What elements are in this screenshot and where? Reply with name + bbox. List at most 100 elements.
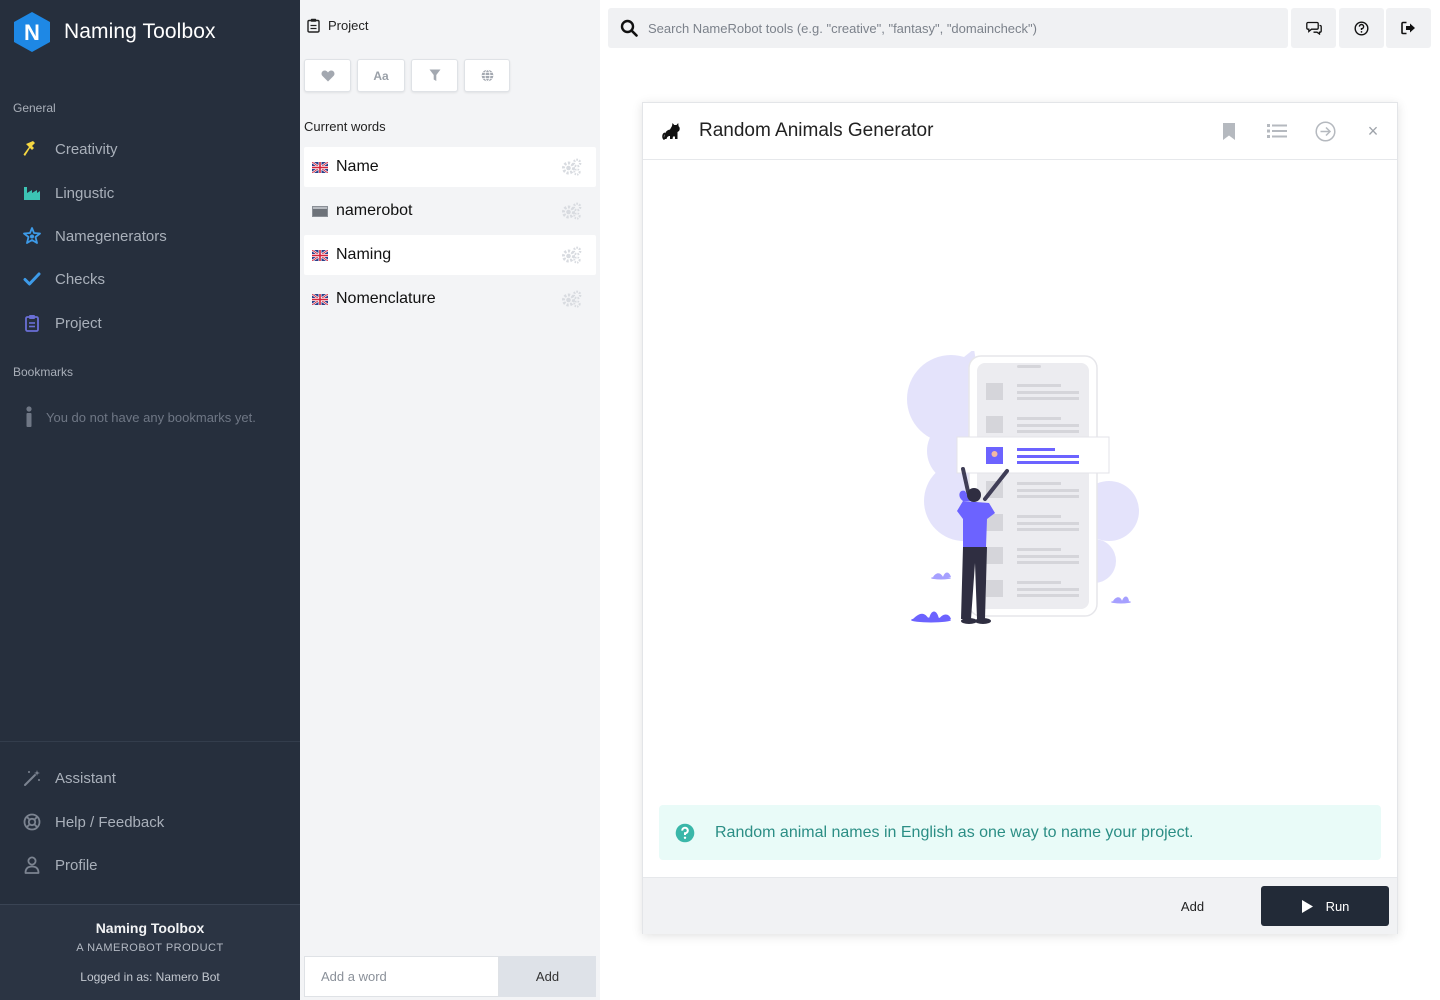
filter-button[interactable] — [411, 59, 458, 92]
cogs-icon[interactable] — [561, 158, 582, 176]
help-circle-icon — [1354, 20, 1369, 36]
add-word-button[interactable]: Add — [499, 956, 596, 997]
bookmark-button[interactable] — [1217, 119, 1241, 143]
nav-item-profile[interactable]: Profile — [22, 850, 98, 880]
nav-item-lingustic[interactable]: Lingustic — [22, 178, 114, 208]
chat-button[interactable] — [1291, 8, 1336, 48]
nav-label: Assistant — [55, 769, 116, 787]
word-text: Nomenclature — [336, 290, 436, 307]
cogs-icon[interactable] — [561, 202, 582, 220]
info-icon — [26, 406, 32, 427]
nav-label: Profile — [55, 856, 98, 874]
open-tool-button[interactable] — [1313, 119, 1337, 143]
clipboard-icon — [307, 18, 320, 33]
language-filter-button[interactable] — [464, 59, 510, 92]
footer-title: Naming Toolbox — [95, 920, 205, 936]
factory-icon — [22, 183, 42, 203]
word-filters: Aa — [304, 59, 510, 92]
tool-search[interactable] — [608, 8, 1288, 48]
uk-flag-icon — [312, 249, 328, 261]
cogs-icon[interactable] — [561, 290, 582, 308]
user-icon — [22, 855, 42, 875]
play-icon — [1301, 899, 1313, 913]
section-title-bookmarks: Bookmarks — [13, 365, 74, 379]
add-to-project-button[interactable]: Add — [1155, 886, 1230, 926]
magic-wand-icon — [22, 768, 42, 788]
bookmarks-empty-note: You do not have any bookmarks yet. — [24, 406, 256, 428]
footer-subtitle: A NAMEROBOT PRODUCT — [76, 942, 224, 954]
list-button[interactable] — [1265, 119, 1289, 143]
run-button[interactable]: Run — [1261, 886, 1389, 926]
tool-info-box: Random animal names in English as one wa… — [659, 805, 1381, 860]
sidebar-divider — [0, 741, 300, 742]
search-input[interactable] — [648, 9, 1288, 47]
app-title: Naming Toolbox — [64, 20, 216, 43]
globe-icon — [481, 69, 493, 82]
word-text: Naming — [336, 246, 392, 263]
question-circle-icon — [675, 823, 695, 842]
nav-label: Project — [55, 314, 102, 332]
nav-label: Creativity — [55, 140, 118, 158]
bookmarks-empty-text: You do not have any bookmarks yet. — [46, 409, 256, 425]
word-row[interactable]: Name — [304, 147, 596, 187]
heart-icon — [321, 70, 334, 81]
naming-toolbox-logo-icon: N — [14, 12, 50, 52]
tool-description: Random animal names in English as one wa… — [715, 823, 1194, 841]
favorites-filter-button[interactable] — [304, 59, 351, 92]
word-row[interactable]: Nomenclature — [304, 279, 596, 319]
clipboard-icon — [22, 313, 42, 333]
brand[interactable]: N Naming Toolbox — [12, 11, 216, 53]
filter-icon — [429, 69, 440, 81]
current-words-title: Current words — [304, 119, 386, 134]
nav-item-assistant[interactable]: Assistant — [22, 763, 116, 793]
lifebuoy-icon — [22, 812, 42, 832]
person-with-phone-illustration — [907, 351, 1139, 624]
search-icon — [620, 19, 638, 37]
word-row[interactable]: Naming — [304, 235, 596, 275]
hammer-icon — [22, 139, 42, 159]
font-case-filter-button[interactable]: Aa — [357, 59, 405, 92]
nav-item-project[interactable]: Project — [22, 308, 102, 338]
add-word-input[interactable] — [304, 956, 499, 997]
nav-item-checks[interactable]: Checks — [22, 264, 105, 294]
help-button[interactable] — [1339, 8, 1384, 48]
project-header: Project — [307, 18, 368, 33]
run-label: Run — [1325, 898, 1350, 914]
word-text: namerobot — [336, 202, 413, 219]
tool-footer: Add Run — [643, 877, 1397, 934]
tool-header: Random Animals Generator × — [643, 103, 1397, 160]
logout-icon — [1401, 21, 1415, 35]
project-title: Project — [328, 18, 369, 33]
bookmark-icon — [1223, 122, 1235, 140]
uk-flag-icon — [312, 293, 328, 305]
nav-item-namegenerators[interactable]: Namegenerators — [22, 221, 167, 251]
chat-icon — [1305, 21, 1322, 35]
nav-label: Lingustic — [55, 184, 115, 202]
tool-card: Random Animals Generator × Random animal… — [642, 102, 1398, 934]
sidebar-footer: Naming Toolbox A NAMEROBOT PRODUCT Logge… — [0, 904, 300, 1000]
cogs-icon[interactable] — [561, 246, 582, 264]
svg-text:N: N — [24, 20, 40, 45]
tool-title: Random Animals Generator — [699, 120, 934, 141]
nav-item-creativity[interactable]: Creativity — [22, 134, 118, 164]
star-badge-icon — [22, 226, 42, 246]
font-case-icon: Aa — [373, 68, 389, 83]
nav-label: Help / Feedback — [55, 813, 165, 831]
close-icon[interactable]: × — [1361, 119, 1385, 143]
nav-label: Checks — [55, 270, 106, 288]
logged-in-user: Logged in as: Namero Bot — [80, 970, 220, 984]
logout-button[interactable] — [1386, 8, 1431, 48]
sidebar: N Naming Toolbox General Creativity Ling… — [0, 0, 300, 1000]
word-row[interactable]: namerobot — [304, 191, 596, 231]
arrow-circle-right-icon — [1314, 120, 1336, 142]
uk-flag-icon — [312, 161, 328, 173]
nav-item-help-feedback[interactable]: Help / Feedback — [22, 807, 164, 837]
check-icon — [22, 269, 42, 289]
neutral-flag-icon — [312, 205, 328, 217]
word-text: Name — [336, 158, 379, 175]
list-icon — [1267, 124, 1287, 138]
nav-label: Namegenerators — [55, 227, 167, 245]
cat-icon — [662, 123, 680, 140]
section-title-general: General — [13, 101, 56, 115]
add-word-form: Add — [304, 956, 596, 997]
